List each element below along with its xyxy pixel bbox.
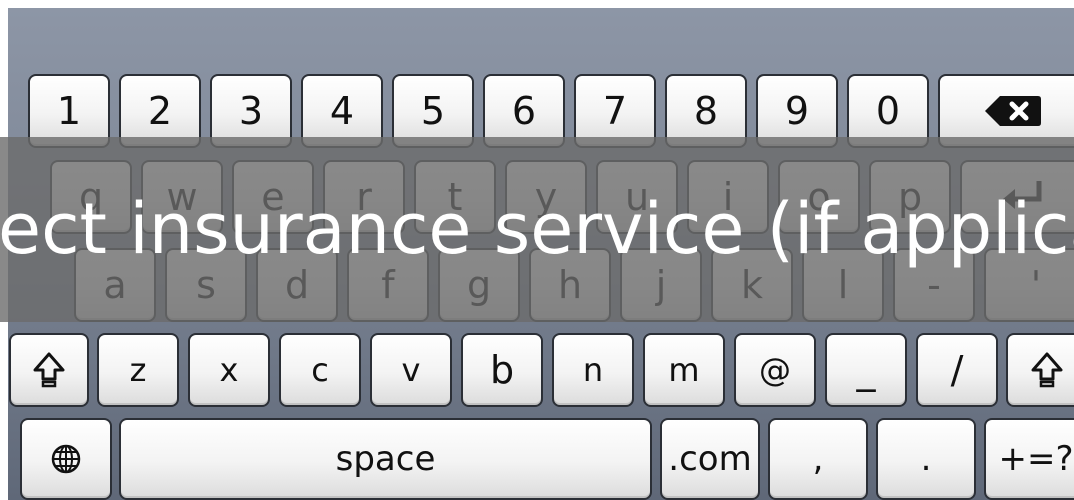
backspace-icon (984, 94, 1042, 128)
language-key[interactable] (20, 418, 112, 500)
key-label: z (129, 351, 147, 389)
key-label: 5 (420, 89, 446, 133)
key-label: 8 (693, 89, 719, 133)
globe-icon (50, 443, 82, 475)
comma-key[interactable]: , (768, 418, 868, 500)
key-label: 6 (511, 89, 537, 133)
key-underscore[interactable]: _ (825, 333, 907, 407)
symbols-key[interactable]: +=? (984, 418, 1074, 500)
shift-key-left[interactable] (9, 333, 89, 407)
key-label: b (489, 348, 515, 392)
symbols-label: +=? (998, 439, 1074, 479)
key-label: c (311, 351, 329, 389)
shift-icon (32, 351, 66, 389)
caption-overlay: ect insurance service (if applicab (0, 137, 1074, 322)
key-label: 9 (784, 89, 810, 133)
key-label: _ (856, 348, 876, 392)
key-x[interactable]: x (188, 333, 270, 407)
screen: 1 2 3 4 5 6 7 8 9 0 q w e r t y u i o p … (0, 0, 1074, 500)
key-label: 7 (602, 89, 628, 133)
key-label: n (582, 351, 604, 389)
caption-text: ect insurance service (if applicab (0, 188, 1074, 270)
space-key[interactable]: space (119, 418, 652, 500)
com-label: .com (668, 439, 752, 479)
comma-label: , (812, 439, 824, 479)
key-label: x (219, 351, 239, 389)
key-label: 0 (875, 89, 901, 133)
key-label: 4 (329, 89, 355, 133)
key-c[interactable]: c (279, 333, 361, 407)
shift-icon (1030, 351, 1064, 389)
space-label: space (335, 439, 436, 479)
key-m[interactable]: m (643, 333, 725, 407)
key-b[interactable]: b (461, 333, 543, 407)
period-key[interactable]: . (876, 418, 976, 500)
key-n[interactable]: n (552, 333, 634, 407)
key-label: 3 (238, 89, 264, 133)
key-at[interactable]: @ (734, 333, 816, 407)
com-key[interactable]: .com (660, 418, 760, 500)
key-slash[interactable]: / (916, 333, 998, 407)
key-label: / (950, 348, 964, 392)
key-label: v (401, 351, 421, 389)
key-v[interactable]: v (370, 333, 452, 407)
key-label: m (668, 351, 700, 389)
key-label: 2 (147, 89, 173, 133)
key-z[interactable]: z (97, 333, 179, 407)
key-label: @ (759, 351, 791, 389)
key-label: 1 (56, 89, 82, 133)
period-label: . (920, 439, 932, 479)
shift-key-right[interactable] (1006, 333, 1074, 407)
